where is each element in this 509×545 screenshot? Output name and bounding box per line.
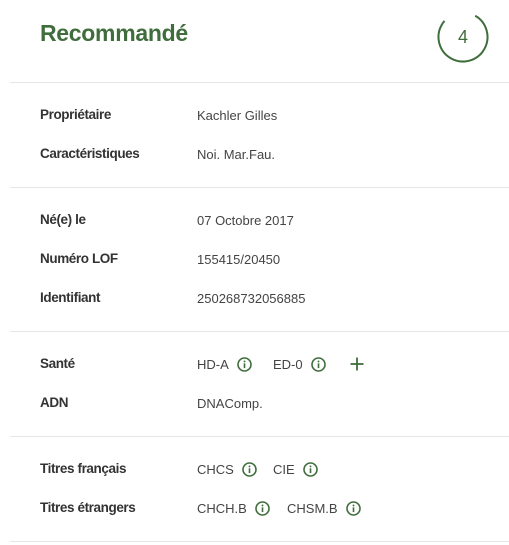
owner-label: Propriétaire bbox=[40, 107, 111, 122]
info-circle-icon[interactable] bbox=[236, 357, 252, 372]
lof-value: 155415/20450 bbox=[197, 252, 281, 267]
plus-icon[interactable] bbox=[349, 356, 365, 372]
divider bbox=[10, 541, 509, 542]
features-value: Noi. Mar.Fau. bbox=[197, 147, 276, 162]
info-circle-icon[interactable] bbox=[310, 357, 326, 372]
foreign-titles-row: Titres étrangers CHCH.B CHSM.B bbox=[0, 500, 509, 520]
lof-row: Numéro LOF 155415/20450 bbox=[0, 251, 509, 271]
title-tag: CHCS bbox=[197, 462, 257, 477]
divider bbox=[10, 331, 509, 332]
card-header: Recommandé 4 bbox=[0, 0, 509, 82]
features-label: Caractéristiques bbox=[40, 146, 140, 161]
recommendation-title: Recommandé bbox=[40, 20, 188, 46]
title-tag: CHSM.B bbox=[287, 501, 361, 516]
score-value: 4 bbox=[457, 27, 468, 47]
title-tag-label: CIE bbox=[273, 462, 295, 477]
dna-value: DNAComp. bbox=[197, 396, 263, 411]
identifier-label: Identifiant bbox=[40, 290, 101, 305]
divider bbox=[10, 82, 509, 83]
info-circle-icon[interactable] bbox=[242, 462, 257, 477]
birth-label: Né(e) le bbox=[40, 212, 86, 227]
dna-label: ADN bbox=[40, 395, 69, 410]
info-circle-icon[interactable] bbox=[345, 501, 361, 516]
title-tag: CIE bbox=[273, 462, 318, 477]
health-row: Santé HD-A ED-0 bbox=[0, 356, 509, 376]
health-tag-label: ED-0 bbox=[273, 357, 303, 372]
health-tag-label: HD-A bbox=[197, 357, 229, 372]
owner-value: Kachler Gilles bbox=[197, 108, 278, 123]
foreign-titles-label: Titres étrangers bbox=[40, 500, 136, 515]
features-row: Caractéristiques Noi. Mar.Fau. bbox=[0, 146, 509, 166]
info-circle-icon[interactable] bbox=[302, 462, 318, 477]
health-tag: ED-0 bbox=[273, 357, 326, 372]
identifier-row: Identifiant 250268732056885 bbox=[0, 290, 509, 310]
health-label: Santé bbox=[40, 356, 75, 371]
birth-row: Né(e) le 07 Octobre 2017 bbox=[0, 212, 509, 232]
info-circle-icon[interactable] bbox=[255, 501, 270, 516]
title-tag-label: CHCH.B bbox=[197, 501, 247, 516]
title-tag: CHCH.B bbox=[197, 501, 270, 516]
score-badge: 4 bbox=[437, 11, 489, 63]
owner-row: Propriétaire Kachler Gilles bbox=[0, 107, 509, 127]
lof-label: Numéro LOF bbox=[40, 251, 118, 266]
identifier-value: 250268732056885 bbox=[197, 291, 306, 306]
french-titles-label: Titres français bbox=[40, 461, 127, 476]
french-titles-row: Titres français CHCS CIE bbox=[0, 461, 509, 481]
divider bbox=[10, 187, 509, 188]
health-tag: HD-A bbox=[197, 357, 252, 372]
title-tag-label: CHSM.B bbox=[287, 501, 338, 516]
dna-row: ADN DNAComp. bbox=[0, 395, 509, 415]
birth-value: 07 Octobre 2017 bbox=[197, 213, 294, 228]
title-tag-label: CHCS bbox=[197, 462, 234, 477]
divider bbox=[10, 436, 509, 437]
